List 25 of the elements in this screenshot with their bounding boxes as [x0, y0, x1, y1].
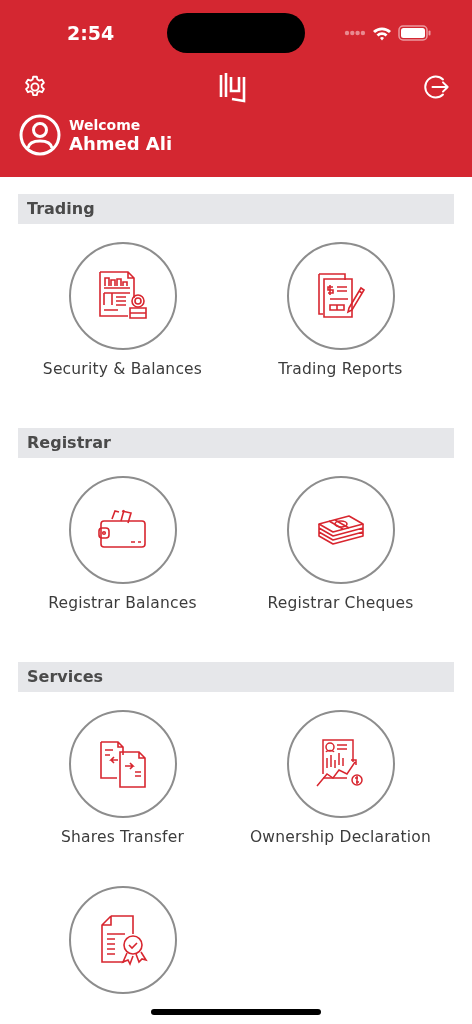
menu-tile-label: Shares Transfer — [60, 828, 185, 846]
menu-tile-button[interactable] — [68, 886, 177, 994]
menu-tile-button[interactable] — [286, 242, 395, 350]
menu-tile-button[interactable] — [68, 710, 177, 818]
menu-tile-button[interactable] — [68, 242, 177, 350]
user-avatar-icon — [19, 114, 61, 156]
user-name: Ahmed Ali — [69, 132, 173, 154]
menu-tile-label: Registrar Cheques — [267, 594, 414, 612]
menu-tile-button[interactable] — [286, 476, 395, 584]
menu-tile-button[interactable] — [286, 710, 395, 818]
logout-icon[interactable] — [422, 73, 450, 101]
signal-icon — [344, 30, 366, 36]
menu-tile-label: Trading Reports — [278, 360, 403, 378]
report-coins-icon — [96, 270, 149, 322]
battery-icon — [398, 25, 432, 41]
menu-tile-label: Ownership Declaration — [249, 828, 432, 846]
status-time: 2:54 — [67, 22, 116, 44]
section-header: Trading — [18, 194, 454, 224]
section-header: Services — [18, 662, 454, 692]
section-header: Registrar — [18, 428, 454, 458]
welcome-label: Welcome — [69, 116, 142, 133]
wifi-icon — [372, 25, 392, 41]
menu-tile-label: Registrar Balances — [48, 594, 197, 612]
menu-tile-button[interactable] — [68, 476, 177, 584]
menu-tile-label: Security & Balances — [42, 360, 203, 378]
